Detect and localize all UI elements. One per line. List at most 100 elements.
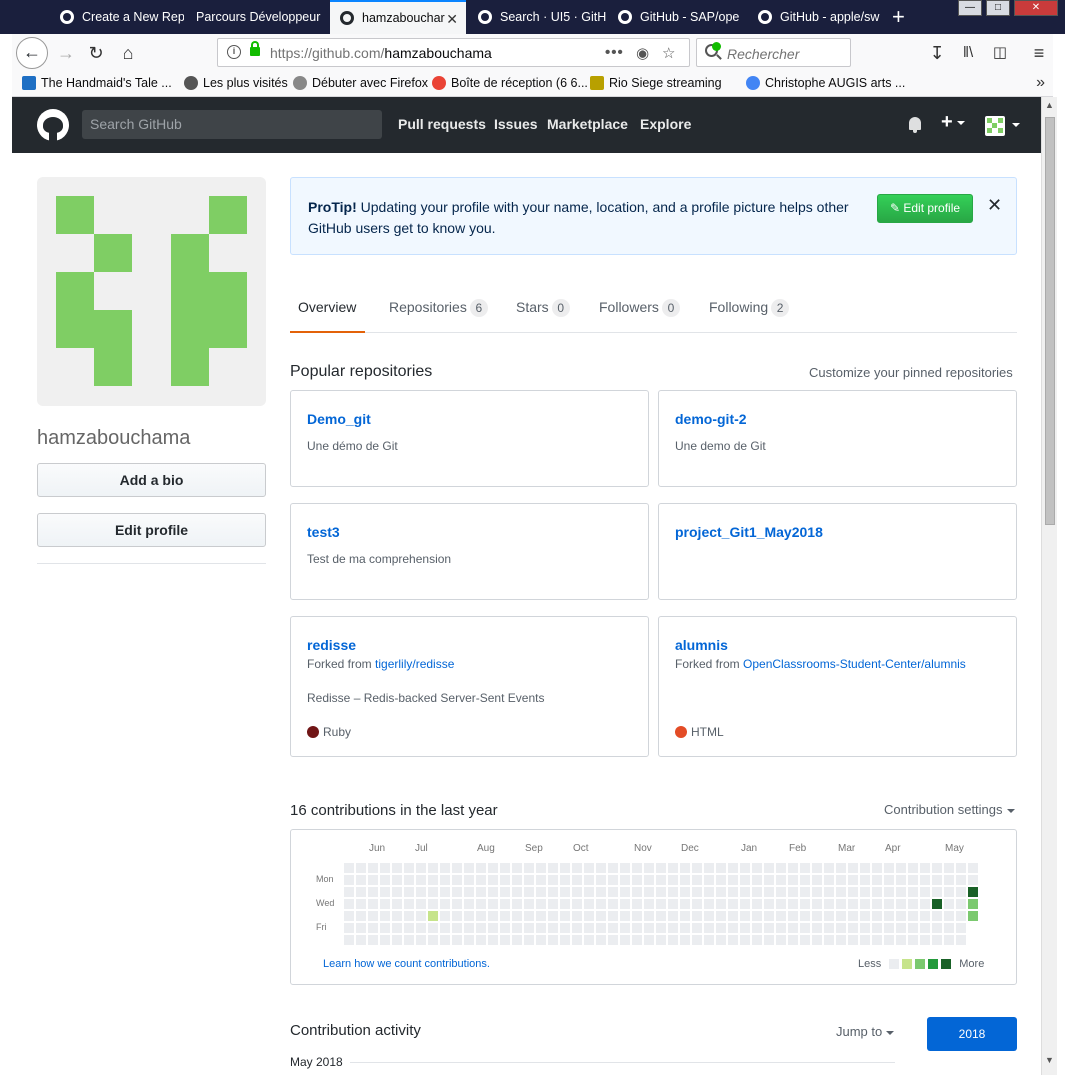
contribution-day-cell[interactable] bbox=[548, 935, 558, 945]
contribution-day-cell[interactable] bbox=[392, 875, 402, 885]
contribution-day-cell[interactable] bbox=[908, 923, 918, 933]
contribution-day-cell[interactable] bbox=[512, 863, 522, 873]
contribution-day-cell[interactable] bbox=[932, 875, 942, 885]
contribution-day-cell[interactable] bbox=[884, 875, 894, 885]
contribution-day-cell[interactable] bbox=[620, 899, 630, 909]
contribution-day-cell[interactable] bbox=[476, 863, 486, 873]
contribution-day-cell[interactable] bbox=[464, 899, 474, 909]
contribution-day-cell[interactable] bbox=[716, 923, 726, 933]
contribution-day-cell[interactable] bbox=[776, 875, 786, 885]
contribution-day-cell[interactable] bbox=[764, 863, 774, 873]
contribution-day-cell[interactable] bbox=[944, 863, 954, 873]
contribution-day-cell[interactable] bbox=[908, 911, 918, 921]
reload-button[interactable]: ↻ bbox=[82, 39, 110, 67]
contribution-day-cell[interactable] bbox=[932, 887, 942, 897]
contribution-day-cell[interactable] bbox=[896, 863, 906, 873]
contribution-day-cell[interactable] bbox=[740, 923, 750, 933]
contribution-day-cell[interactable] bbox=[464, 911, 474, 921]
home-button[interactable]: ⌂ bbox=[114, 39, 142, 67]
contribution-day-cell[interactable] bbox=[716, 863, 726, 873]
contribution-day-cell[interactable] bbox=[500, 935, 510, 945]
contribution-day-cell[interactable] bbox=[440, 863, 450, 873]
contribution-day-cell[interactable] bbox=[788, 923, 798, 933]
contribution-day-cell[interactable] bbox=[788, 935, 798, 945]
contribution-day-cell[interactable] bbox=[656, 899, 666, 909]
contribution-day-cell[interactable] bbox=[932, 935, 942, 945]
contribution-day-cell[interactable] bbox=[404, 899, 414, 909]
contribution-day-cell[interactable] bbox=[404, 911, 414, 921]
repo-name-link[interactable]: alumnis bbox=[675, 637, 728, 653]
contribution-day-cell[interactable] bbox=[644, 923, 654, 933]
contribution-day-cell[interactable] bbox=[668, 863, 678, 873]
contribution-settings-dropdown[interactable]: Contribution settings bbox=[884, 802, 1015, 817]
contribution-day-cell[interactable] bbox=[932, 911, 942, 921]
contribution-day-cell[interactable] bbox=[548, 887, 558, 897]
contribution-day-cell[interactable] bbox=[524, 923, 534, 933]
contribution-day-cell[interactable] bbox=[356, 875, 366, 885]
contribution-day-cell[interactable] bbox=[908, 863, 918, 873]
contribution-day-cell[interactable] bbox=[884, 899, 894, 909]
contribution-day-cell[interactable] bbox=[428, 887, 438, 897]
tab-followers[interactable]: Followers 0 bbox=[599, 299, 680, 317]
contribution-day-cell[interactable] bbox=[956, 935, 966, 945]
contribution-day-cell[interactable] bbox=[812, 899, 822, 909]
contribution-day-cell[interactable] bbox=[932, 863, 942, 873]
contribution-day-cell[interactable] bbox=[560, 863, 570, 873]
learn-contributions-link[interactable]: Learn how we count contributions. bbox=[323, 958, 490, 970]
contribution-day-cell[interactable] bbox=[500, 863, 510, 873]
contribution-day-cell[interactable] bbox=[944, 935, 954, 945]
contribution-day-cell[interactable] bbox=[920, 911, 930, 921]
contribution-day-cell[interactable] bbox=[392, 911, 402, 921]
contribution-day-cell[interactable] bbox=[644, 899, 654, 909]
contribution-day-cell[interactable] bbox=[680, 935, 690, 945]
contribution-day-cell[interactable] bbox=[824, 923, 834, 933]
contribution-day-cell[interactable] bbox=[680, 911, 690, 921]
contribution-day-cell[interactable] bbox=[620, 935, 630, 945]
tab-following[interactable]: Following 2 bbox=[709, 299, 790, 317]
contribution-day-cell[interactable] bbox=[596, 875, 606, 885]
contribution-day-cell[interactable] bbox=[596, 923, 606, 933]
contribution-day-cell[interactable] bbox=[632, 935, 642, 945]
contribution-day-cell[interactable] bbox=[968, 875, 978, 885]
contribution-day-cell[interactable] bbox=[452, 911, 462, 921]
contribution-day-cell[interactable] bbox=[728, 911, 738, 921]
contribution-day-cell[interactable] bbox=[596, 911, 606, 921]
contribution-day-cell[interactable] bbox=[428, 935, 438, 945]
contribution-day-cell[interactable] bbox=[884, 887, 894, 897]
library-icon[interactable]: ‖\ bbox=[954, 39, 982, 67]
contribution-day-cell[interactable] bbox=[668, 911, 678, 921]
contribution-day-cell[interactable] bbox=[380, 887, 390, 897]
contribution-day-cell[interactable] bbox=[860, 899, 870, 909]
contribution-day-cell[interactable] bbox=[956, 911, 966, 921]
contribution-day-cell[interactable] bbox=[464, 923, 474, 933]
contribution-day-cell[interactable] bbox=[656, 911, 666, 921]
contribution-day-cell[interactable] bbox=[524, 875, 534, 885]
contribution-day-cell[interactable] bbox=[416, 923, 426, 933]
contribution-day-cell[interactable] bbox=[572, 899, 582, 909]
contribution-day-cell[interactable] bbox=[908, 935, 918, 945]
user-menu-avatar[interactable] bbox=[985, 116, 1005, 136]
contribution-day-cell[interactable] bbox=[740, 875, 750, 885]
contribution-day-cell[interactable] bbox=[692, 887, 702, 897]
contribution-day-cell[interactable] bbox=[716, 899, 726, 909]
contribution-day-cell[interactable] bbox=[824, 887, 834, 897]
contribution-day-cell[interactable] bbox=[440, 875, 450, 885]
contribution-day-cell[interactable] bbox=[428, 899, 438, 909]
year-2018-button[interactable]: 2018 bbox=[927, 1017, 1017, 1051]
contribution-day-cell[interactable] bbox=[848, 911, 858, 921]
contribution-day-cell[interactable] bbox=[560, 923, 570, 933]
contribution-day-cell[interactable] bbox=[968, 863, 978, 873]
contribution-day-cell[interactable] bbox=[488, 923, 498, 933]
contribution-day-cell[interactable] bbox=[380, 935, 390, 945]
contribution-day-cell[interactable] bbox=[596, 935, 606, 945]
contribution-day-cell[interactable] bbox=[788, 875, 798, 885]
contribution-day-cell[interactable] bbox=[404, 875, 414, 885]
new-tab-button[interactable]: + bbox=[892, 4, 905, 30]
contribution-day-cell[interactable] bbox=[836, 875, 846, 885]
contribution-day-cell[interactable] bbox=[776, 863, 786, 873]
browser-search-input[interactable]: Rechercher bbox=[696, 38, 851, 67]
minimize-button[interactable]: — bbox=[958, 0, 982, 16]
contribution-day-cell[interactable] bbox=[752, 887, 762, 897]
contribution-day-cell[interactable] bbox=[344, 935, 354, 945]
contribution-day-cell[interactable] bbox=[356, 887, 366, 897]
